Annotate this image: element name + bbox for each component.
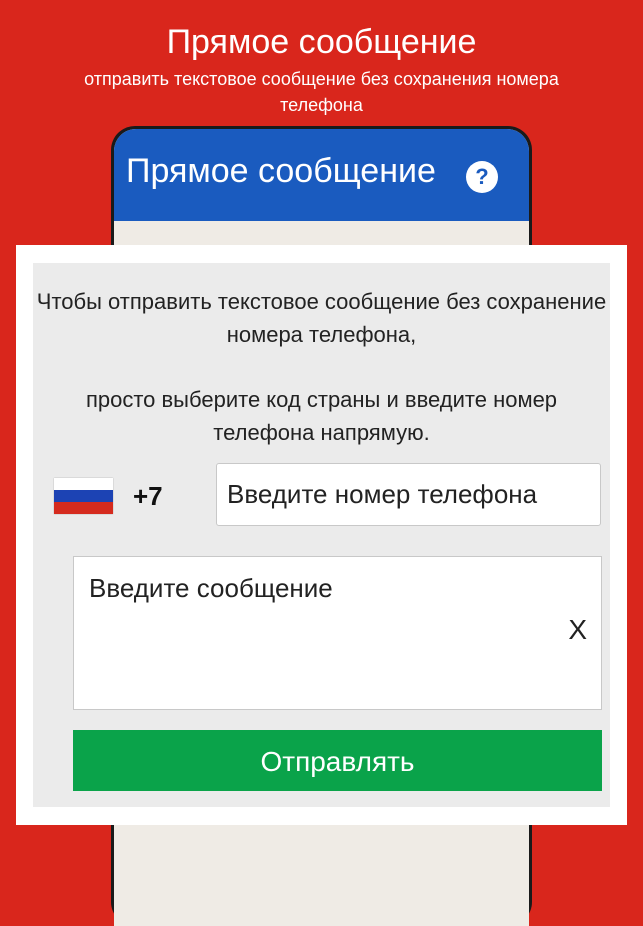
promo-title: Прямое сообщение (166, 23, 477, 61)
app-bar: Прямое сообщение ? (114, 129, 529, 221)
clear-message-button[interactable]: X (568, 613, 587, 647)
country-code[interactable]: +7 (133, 479, 163, 513)
instruction-text-1: Чтобы отправить текстовое сообщение без … (36, 289, 607, 347)
direct-message-dialog: Чтобы отправить текстовое сообщение без … (16, 245, 627, 825)
dialog-content: Чтобы отправить текстовое сообщение без … (33, 263, 610, 807)
phone-number-input[interactable] (216, 463, 601, 526)
message-input[interactable] (74, 557, 544, 709)
send-button[interactable]: Отправлять (73, 730, 602, 791)
message-box: X (73, 556, 602, 710)
help-icon[interactable]: ? (466, 161, 498, 193)
instruction-text-2: просто выберите код страны и введите ном… (85, 387, 558, 445)
russia-flag-icon[interactable] (54, 478, 113, 514)
app-title: Прямое сообщение (126, 152, 436, 190)
promo-subtitle: отправить текстовое сообщение без сохран… (84, 69, 559, 115)
